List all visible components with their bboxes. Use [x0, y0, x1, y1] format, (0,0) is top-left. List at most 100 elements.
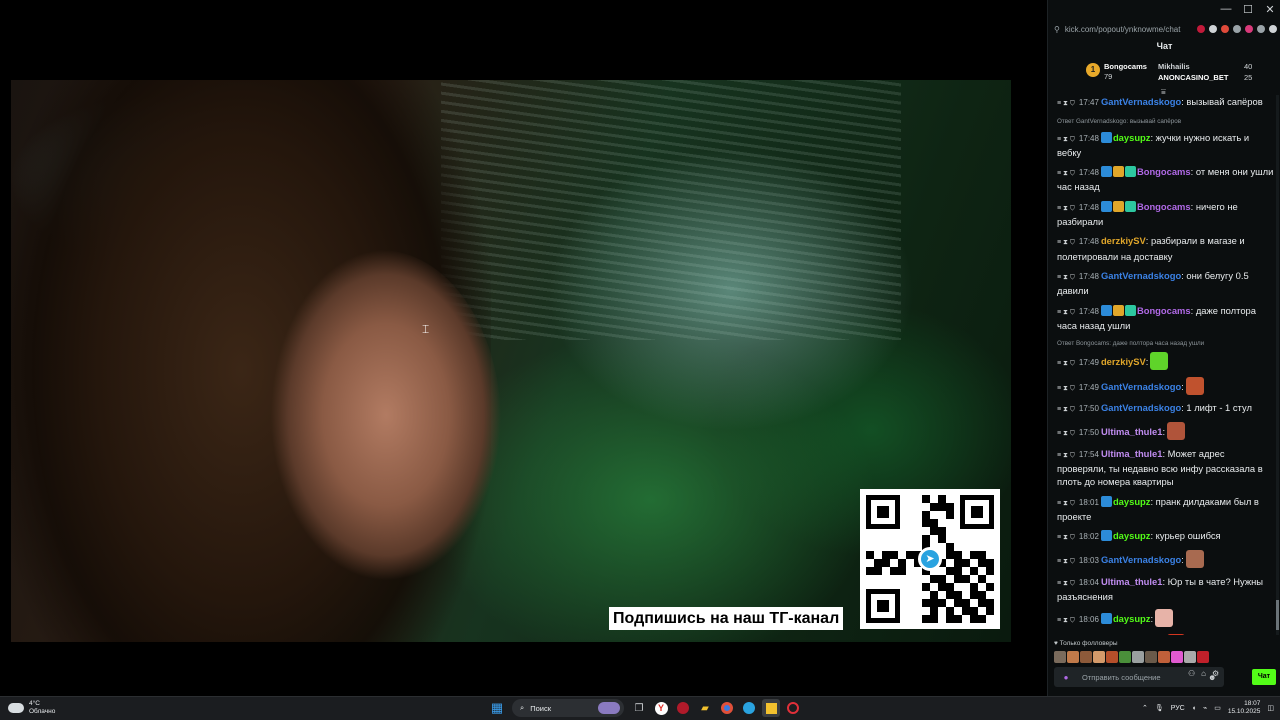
message-username[interactable]: GantVernadskogo [1101, 270, 1181, 281]
message-actions-icon[interactable]: ≡ ⧗ ⛉ [1057, 406, 1075, 413]
message-actions-icon[interactable]: ≡ ⧗ ⛉ [1057, 100, 1075, 107]
qr-module [890, 535, 898, 543]
quick-emote-icon[interactable] [1093, 651, 1105, 663]
message-username[interactable]: Ultima_thule1 [1101, 576, 1162, 587]
url-text[interactable]: kick.com/popout/ynknowme/chat [1065, 25, 1197, 34]
extension-icon[interactable] [1221, 25, 1229, 33]
sticky-notes-icon[interactable] [762, 699, 780, 717]
message-username[interactable]: Bongocams [1137, 305, 1191, 316]
extension-icon[interactable] [1257, 25, 1265, 33]
maximize-icon[interactable]: ☐ [1242, 3, 1254, 16]
leaderboard-name[interactable]: Mikhailis [1158, 62, 1190, 71]
message-username[interactable]: daysupz [1113, 132, 1151, 143]
minimize-icon[interactable]: — [1220, 3, 1232, 16]
quick-emote-icon[interactable] [1119, 651, 1131, 663]
message-username[interactable]: daysupz [1113, 530, 1151, 541]
reply-reference[interactable]: Ответ GantVernadskogo: вызывай сапёров [1056, 114, 1274, 128]
download-icon[interactable] [1269, 25, 1277, 33]
taskbar-search[interactable]: ⌕ Поиск [512, 699, 624, 717]
language-indicator[interactable]: РУС [1171, 705, 1185, 712]
message-actions-icon[interactable]: ≡ ⧗ ⛉ [1057, 239, 1075, 246]
message-username[interactable]: GantVernadskogo [1101, 381, 1181, 392]
task-view-icon[interactable]: ❐ [630, 699, 648, 717]
microphone-icon[interactable]: ● [1059, 673, 1073, 682]
quick-emote-icon[interactable] [1067, 651, 1079, 663]
yandex-browser-icon[interactable]: Y [652, 699, 670, 717]
message-time: 17:54 [1078, 449, 1099, 459]
site-info-icon[interactable]: ⚲ [1054, 25, 1060, 34]
telegram-app-icon[interactable] [740, 699, 758, 717]
message-username[interactable]: derzkiySV [1101, 235, 1146, 246]
reply-reference[interactable]: Ответ Bongocams: даже полтора часа назад… [1056, 336, 1274, 350]
tray-chevron-icon[interactable]: ⌃ [1142, 704, 1148, 712]
weather-widget[interactable]: 4°C Облачно [8, 700, 55, 716]
extension-icon[interactable] [1197, 25, 1205, 33]
quick-emote-icon[interactable] [1158, 651, 1170, 663]
message-actions-icon[interactable]: ≡ ⧗ ⛉ [1057, 617, 1075, 624]
close-icon[interactable]: ✕ [1264, 3, 1276, 16]
message-username[interactable]: Ultima_thule1 [1101, 448, 1162, 459]
chat-scrollbar[interactable] [1276, 95, 1279, 635]
quick-emote-icon[interactable] [1171, 651, 1183, 663]
network-icon[interactable]: ⌁ [1203, 704, 1207, 712]
quick-emote-icon[interactable] [1132, 651, 1144, 663]
chrome-icon[interactable] [718, 699, 736, 717]
microphone-tray-icon[interactable]: 🎙︎ [1155, 704, 1164, 712]
emote-icon [1167, 633, 1186, 635]
message-username[interactable]: Bongocams [1137, 201, 1191, 212]
message-actions-icon[interactable]: ≡ ⧗ ⛉ [1057, 274, 1075, 281]
qr-module [882, 559, 890, 567]
quick-emote-icon[interactable] [1145, 651, 1157, 663]
leaderboard-name[interactable]: Bongocams [1104, 62, 1147, 71]
message-actions-icon[interactable]: ≡ ⧗ ⛉ [1057, 205, 1075, 212]
clock[interactable]: 18:07 15.10.2025 [1228, 700, 1261, 716]
extension-icon[interactable] [1209, 25, 1217, 33]
quick-emote-icon[interactable] [1106, 651, 1118, 663]
message-username[interactable]: GantVernadskogo [1101, 96, 1181, 107]
message-text: : вызывай сапёров [1181, 96, 1263, 107]
gift-icon[interactable]: ⚇ [1188, 669, 1195, 678]
leaderboard-name[interactable]: ANONCASINO_BET [1158, 73, 1228, 82]
search-icon: ⌕ [520, 703, 525, 712]
start-button-icon[interactable]: ▦ [488, 699, 506, 717]
message-username[interactable]: daysupz [1113, 496, 1151, 507]
extension-icon[interactable] [1245, 25, 1253, 33]
file-explorer-icon[interactable]: ▰ [696, 699, 714, 717]
quick-emote-icon[interactable] [1054, 651, 1066, 663]
message-actions-icon[interactable]: ≡ ⧗ ⛉ [1057, 136, 1075, 143]
chat-scrollbar-thumb[interactable] [1276, 600, 1279, 630]
message-actions-icon[interactable]: ≡ ⧗ ⛉ [1057, 430, 1075, 437]
message-actions-icon[interactable]: ≡ ⧗ ⛉ [1057, 360, 1075, 367]
message-username[interactable]: daysupz [1113, 613, 1151, 624]
quick-emote-icon[interactable] [1197, 651, 1209, 663]
chat-send-button[interactable]: Чат [1252, 669, 1276, 685]
message-username[interactable]: Bongocams [1137, 166, 1191, 177]
message-username[interactable]: GantVernadskogo [1101, 402, 1181, 413]
qr-module [978, 559, 986, 567]
quick-emote-icon[interactable] [1080, 651, 1092, 663]
message-username[interactable]: derzkiySV [1101, 356, 1146, 367]
video-player[interactable]: ➤ Подпишись на наш ТГ-канал ⌶ [0, 0, 1047, 696]
battery-icon[interactable]: ▭ [1214, 704, 1221, 712]
app-icon[interactable] [674, 699, 692, 717]
settings-icon[interactable]: ⚙ [1212, 669, 1219, 678]
message-actions-icon[interactable]: ≡ ⧗ ⛉ [1057, 534, 1075, 541]
message-actions-icon[interactable]: ≡ ⧗ ⛉ [1057, 309, 1075, 316]
opera-icon[interactable] [784, 699, 802, 717]
address-bar[interactable]: ⚲ kick.com/popout/ynknowme/chat [1048, 20, 1280, 38]
emote-icon [1155, 609, 1174, 628]
extension-icon[interactable] [1233, 25, 1241, 33]
notifications-icon[interactable]: ◫ [1267, 704, 1274, 712]
message-actions-icon[interactable]: ≡ ⧗ ⛉ [1057, 170, 1075, 177]
message-actions-icon[interactable]: ≡ ⧗ ⛉ [1057, 580, 1075, 587]
store-icon[interactable]: ⌂ [1201, 669, 1206, 678]
message-actions-icon[interactable]: ≡ ⧗ ⛉ [1057, 385, 1075, 392]
chat-message: ≡ ⧗ ⛉ 18:06 daysupz: [1056, 607, 1274, 631]
message-actions-icon[interactable]: ≡ ⧗ ⛉ [1057, 452, 1075, 459]
speaker-icon[interactable]: ◖ [1192, 705, 1196, 712]
message-username[interactable]: Ultima_thule1 [1101, 426, 1162, 437]
message-actions-icon[interactable]: ≡ ⧗ ⛉ [1057, 500, 1075, 507]
message-username[interactable]: GantVernadskogo [1101, 554, 1181, 565]
quick-emote-icon[interactable] [1184, 651, 1196, 663]
message-actions-icon[interactable]: ≡ ⧗ ⛉ [1057, 558, 1075, 565]
